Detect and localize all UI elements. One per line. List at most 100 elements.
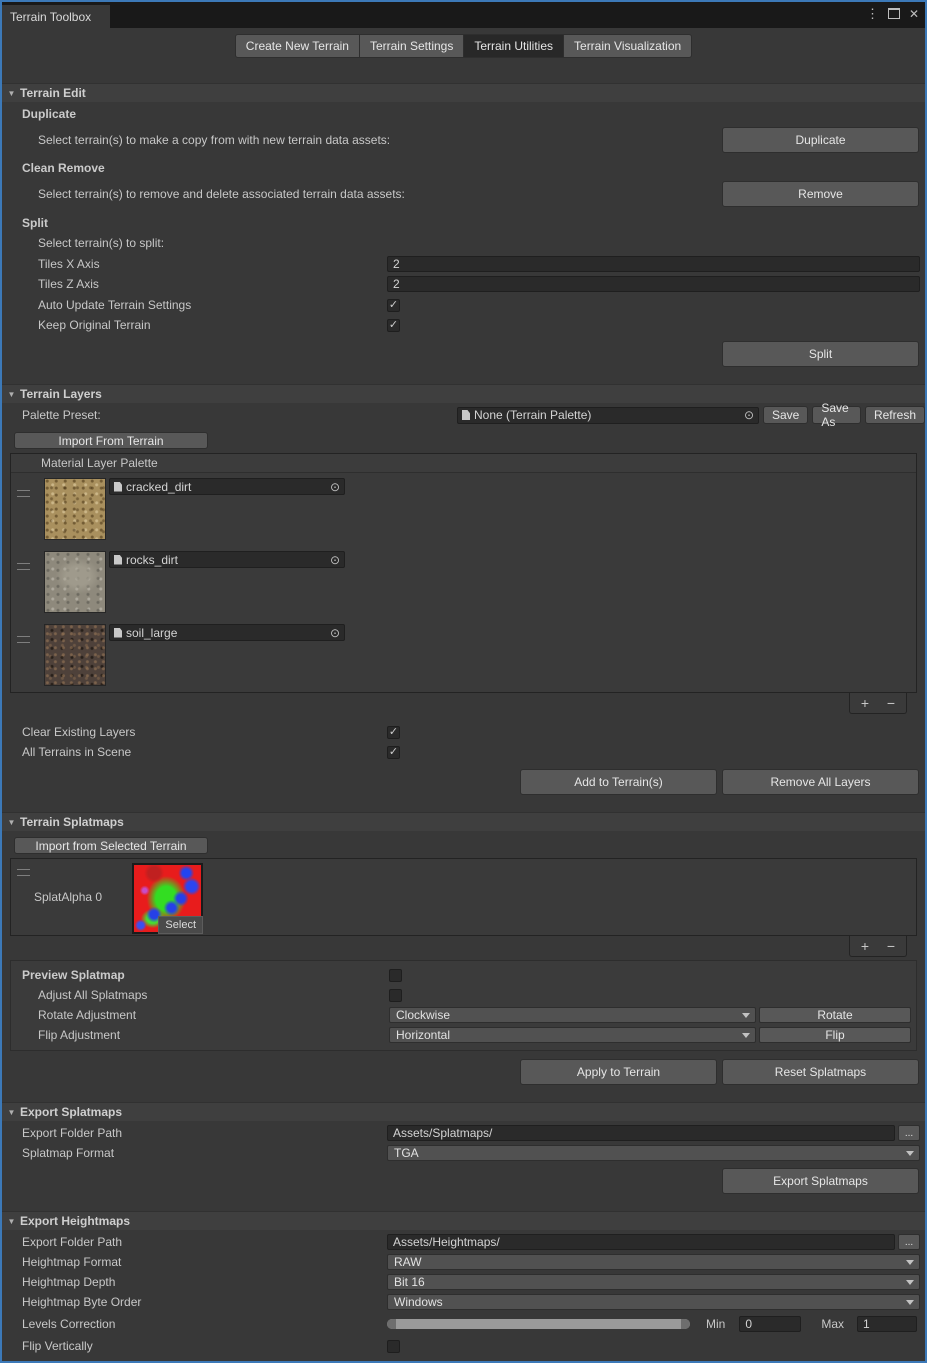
layer-row[interactable]: cracked_dirt ⊙: [11, 473, 916, 546]
titlebar: Terrain Toolbox ⋮ ✕: [2, 2, 925, 28]
splatmap-folder-input[interactable]: [387, 1125, 895, 1141]
remove-button[interactable]: Remove: [722, 181, 919, 207]
terrain-splatmaps-header[interactable]: ▼ Terrain Splatmaps: [2, 812, 925, 831]
splatmap-name: SplatAlpha 0: [34, 890, 102, 904]
foldout-icon[interactable]: ▼: [5, 1217, 18, 1226]
palette-preset-field[interactable]: None (Terrain Palette) ⊙: [457, 407, 759, 424]
layer-field[interactable]: rocks_dirt ⊙: [109, 551, 345, 568]
heightmap-depth-dropdown[interactable]: Bit 16: [387, 1274, 920, 1290]
section-title: Export Splatmaps: [20, 1105, 122, 1119]
flip-button[interactable]: Flip: [759, 1027, 911, 1043]
layer-thumbnail-soil-large[interactable]: [44, 624, 106, 686]
browse-button[interactable]: ...: [898, 1234, 920, 1250]
remove-layer-button[interactable]: −: [880, 695, 902, 711]
drag-handle-icon[interactable]: [17, 563, 30, 570]
object-picker-icon[interactable]: ⊙: [744, 409, 754, 421]
check-icon: ✓: [389, 727, 398, 738]
export-splatmaps-button[interactable]: Export Splatmaps: [722, 1168, 919, 1194]
adjust-all-splatmaps-checkbox[interactable]: ✓: [389, 989, 402, 1002]
flip-vertically-checkbox[interactable]: ✓: [387, 1340, 400, 1353]
rotate-adjustment-dropdown[interactable]: Clockwise: [389, 1007, 756, 1023]
heightmap-folder-input[interactable]: [387, 1234, 895, 1250]
rotate-button[interactable]: Rotate: [759, 1007, 911, 1023]
levels-correction-label: Levels Correction: [2, 1317, 387, 1331]
auto-update-label: Auto Update Terrain Settings: [2, 298, 387, 312]
max-input[interactable]: [857, 1316, 917, 1332]
save-as-button[interactable]: Save As: [812, 406, 861, 424]
layer-thumbnail-cracked-dirt[interactable]: [44, 478, 106, 540]
clear-existing-checkbox[interactable]: ✓: [387, 726, 400, 739]
material-layer-palette-list: Material Layer Palette cracked_dirt ⊙ ro…: [10, 453, 917, 693]
tiles-x-input[interactable]: [387, 256, 920, 272]
object-picker-icon[interactable]: ⊙: [330, 627, 340, 639]
drag-handle-icon[interactable]: [17, 869, 30, 876]
tiles-x-label: Tiles X Axis: [2, 257, 387, 271]
terrain-edit-header[interactable]: ▼ Terrain Edit: [2, 83, 925, 102]
remove-splatmap-button[interactable]: −: [880, 938, 902, 954]
duplicate-button[interactable]: Duplicate: [722, 127, 919, 153]
palette-preset-label: Palette Preset:: [2, 408, 457, 422]
close-icon[interactable]: ✕: [909, 8, 919, 20]
window-tab-title: Terrain Toolbox: [10, 10, 91, 24]
foldout-icon[interactable]: ▼: [5, 1108, 18, 1117]
all-terrains-checkbox[interactable]: ✓: [387, 746, 400, 759]
slider-min-handle[interactable]: [387, 1319, 396, 1329]
chevron-down-icon: [906, 1151, 914, 1156]
foldout-icon[interactable]: ▼: [5, 818, 18, 827]
heightmap-byte-order-dropdown[interactable]: Windows: [387, 1294, 920, 1310]
refresh-button[interactable]: Refresh: [865, 406, 925, 424]
splatmap-row[interactable]: SplatAlpha 0 Select: [11, 859, 916, 935]
add-layer-button[interactable]: +: [854, 695, 876, 711]
drag-handle-icon[interactable]: [17, 490, 30, 497]
tab-create-new-terrain[interactable]: Create New Terrain: [235, 34, 360, 58]
foldout-icon[interactable]: ▼: [5, 390, 18, 399]
window-tab[interactable]: Terrain Toolbox: [2, 5, 110, 28]
heightmap-format-dropdown[interactable]: RAW: [387, 1254, 920, 1270]
add-to-terrains-button[interactable]: Add to Terrain(s): [520, 769, 717, 795]
clean-remove-description: Select terrain(s) to remove and delete a…: [2, 187, 722, 201]
auto-update-checkbox[interactable]: ✓: [387, 299, 400, 312]
splatmap-format-dropdown[interactable]: TGA: [387, 1145, 920, 1161]
import-from-terrain-button[interactable]: Import From Terrain: [14, 432, 208, 449]
add-splatmap-button[interactable]: +: [854, 938, 876, 954]
splatmap-select-button[interactable]: Select: [158, 916, 203, 934]
save-button[interactable]: Save: [763, 406, 808, 424]
layer-field[interactable]: cracked_dirt ⊙: [109, 478, 345, 495]
slider-max-handle[interactable]: [681, 1319, 690, 1329]
export-splatmaps-header[interactable]: ▼ Export Splatmaps: [2, 1102, 925, 1121]
preview-splatmap-checkbox[interactable]: ✓: [389, 969, 402, 982]
min-input[interactable]: [739, 1316, 801, 1332]
tiles-z-input[interactable]: [387, 276, 920, 292]
import-from-selected-terrain-button[interactable]: Import from Selected Terrain: [14, 837, 208, 854]
split-button[interactable]: Split: [722, 341, 919, 367]
duplicate-heading: Duplicate: [2, 107, 387, 121]
keep-original-checkbox[interactable]: ✓: [387, 319, 400, 332]
tab-terrain-settings[interactable]: Terrain Settings: [359, 34, 464, 58]
levels-correction-slider[interactable]: [387, 1319, 690, 1329]
clear-existing-label: Clear Existing Layers: [2, 725, 387, 739]
object-picker-icon[interactable]: ⊙: [330, 481, 340, 493]
maximize-icon[interactable]: [888, 8, 900, 19]
layer-row[interactable]: rocks_dirt ⊙: [11, 546, 916, 619]
tab-terrain-visualization[interactable]: Terrain Visualization: [563, 34, 692, 58]
foldout-icon[interactable]: ▼: [5, 89, 18, 98]
drag-handle-icon[interactable]: [17, 636, 30, 643]
layer-field[interactable]: soil_large ⊙: [109, 624, 345, 641]
max-label: Max: [821, 1317, 844, 1331]
terrain-layers-header[interactable]: ▼ Terrain Layers: [2, 384, 925, 403]
palette-preset-value: None (Terrain Palette): [474, 408, 591, 422]
reset-splatmaps-button[interactable]: Reset Splatmaps: [722, 1059, 919, 1085]
all-terrains-label: All Terrains in Scene: [2, 745, 387, 759]
splatmap-thumbnail[interactable]: Select: [132, 863, 203, 934]
apply-to-terrain-button[interactable]: Apply to Terrain: [520, 1059, 717, 1085]
export-heightmaps-header[interactable]: ▼ Export Heightmaps: [2, 1211, 925, 1230]
layer-thumbnail-rocks-dirt[interactable]: [44, 551, 106, 613]
browse-button[interactable]: ...: [898, 1125, 920, 1141]
layer-row[interactable]: soil_large ⊙: [11, 619, 916, 692]
list-footer: + −: [849, 936, 907, 957]
remove-all-layers-button[interactable]: Remove All Layers: [722, 769, 919, 795]
object-picker-icon[interactable]: ⊙: [330, 554, 340, 566]
flip-adjustment-dropdown[interactable]: Horizontal: [389, 1027, 756, 1043]
tab-terrain-utilities[interactable]: Terrain Utilities: [463, 34, 564, 58]
more-menu-icon[interactable]: ⋮: [866, 7, 879, 20]
